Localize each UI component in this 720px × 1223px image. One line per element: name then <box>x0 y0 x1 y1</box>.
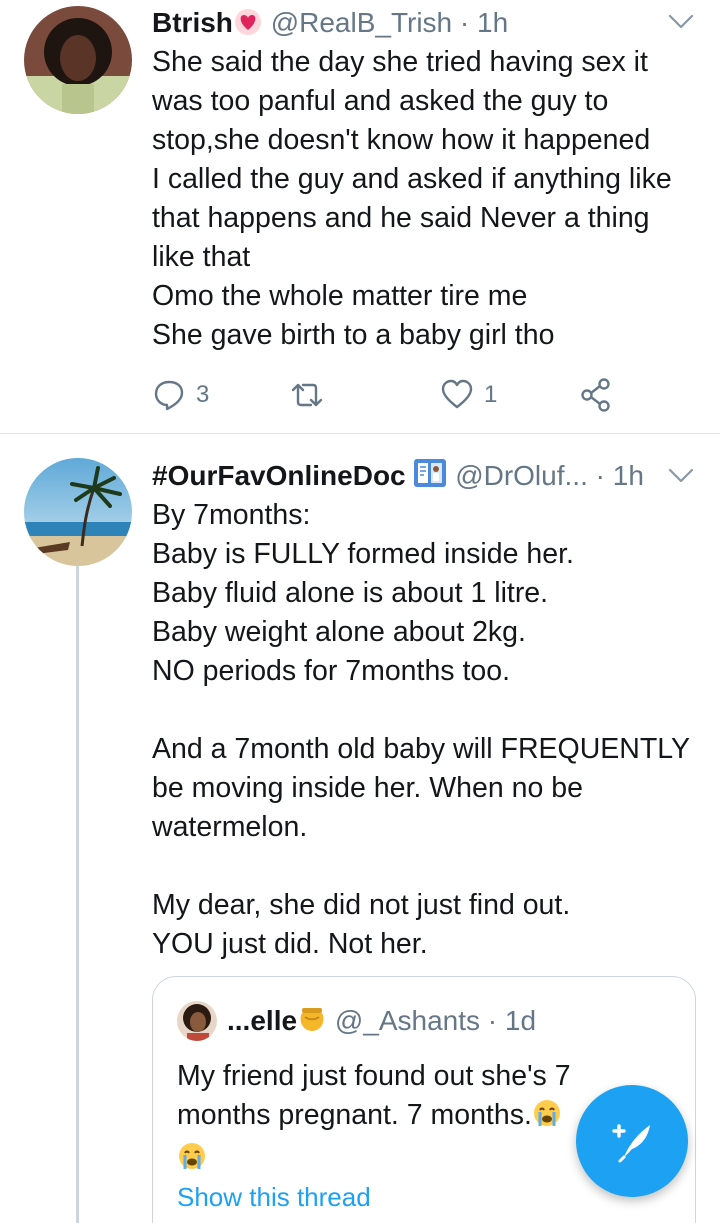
tweet-line: By 7months: <box>152 499 311 531</box>
avatar[interactable] <box>24 458 132 566</box>
chevron-down-icon[interactable] <box>668 466 694 486</box>
heart-emoji <box>233 7 263 47</box>
tweet-line: that happens and he said Never a thing <box>152 202 650 234</box>
crying-face-emoji <box>532 1098 562 1139</box>
tweet-text: She said the day she tried having sex it… <box>152 43 700 355</box>
tweet-header: #OurFavOnlineDoc @DrOluf... · 1h <box>152 456 700 496</box>
quoted-author-handle[interactable]: @_Ashants <box>335 1005 480 1036</box>
retweet-button[interactable] <box>287 375 337 415</box>
tweet-line: be moving inside her. When no be <box>152 772 583 804</box>
tweet-line: And a 7month old baby will FREQUENTLY <box>152 733 691 765</box>
reply-button[interactable]: 3 <box>152 375 209 415</box>
tweet-text: By 7months: Baby is FULLY formed inside … <box>152 496 700 964</box>
tweet-line: Baby fluid alone is about 1 litre. <box>152 577 549 609</box>
quoted-timestamp: 1d <box>504 1005 537 1036</box>
quoted-text: My friend just found out she's 7 months … <box>177 1057 571 1182</box>
tweet-line: Baby weight alone about 2kg. <box>152 616 526 648</box>
quoted-line: My friend just found out she's 7 <box>177 1060 571 1092</box>
like-button[interactable]: 1 <box>440 375 497 415</box>
show-thread-link[interactable]: Show this thread <box>177 1179 371 1215</box>
tweet-line <box>152 847 700 886</box>
share-button[interactable] <box>580 375 612 415</box>
tweet-line: She said the day she tried having sex it <box>152 46 648 78</box>
timestamp[interactable]: 1h <box>477 7 508 38</box>
thread-connector-line <box>76 566 79 1223</box>
author-name[interactable]: #OurFavOnlineDoc <box>152 460 406 491</box>
quoted-line: months pregnant. 7 months. <box>177 1096 571 1139</box>
compose-tweet-button[interactable] <box>576 1085 688 1197</box>
quoted-line-text: months pregnant. 7 months. <box>177 1099 532 1131</box>
tweet-line: She gave birth to a baby girl tho <box>152 319 555 351</box>
tweet-line: like that <box>152 241 251 273</box>
separator-dot: · <box>459 7 470 38</box>
quoted-author-name[interactable]: ...elle <box>227 1005 297 1036</box>
chevron-down-icon[interactable] <box>668 12 694 32</box>
crying-face-emoji <box>177 1141 207 1182</box>
compose-tweet-icon <box>606 1113 658 1170</box>
tweet-line: My dear, she did not just find out. <box>152 889 571 921</box>
quoted-avatar[interactable] <box>177 1001 217 1041</box>
retweet-icon <box>287 378 327 412</box>
timestamp[interactable]: 1h <box>613 460 644 491</box>
separator-dot: · <box>595 460 605 491</box>
tweet-line: I called the guy and asked if anything l… <box>152 163 672 195</box>
author-handle[interactable]: @RealB_Trish <box>271 7 452 38</box>
quoted-line <box>177 1139 571 1182</box>
like-count: 1 <box>484 381 498 408</box>
honey-pot-emoji <box>297 1004 327 1045</box>
reply-count: 3 <box>196 381 210 408</box>
author-handle[interactable]: @DrOluf... <box>455 460 588 491</box>
tweet-line: NO periods for 7months too. <box>152 655 511 687</box>
share-icon <box>580 378 612 412</box>
doctor-emoji <box>413 457 447 500</box>
tweet[interactable]: Btrish @RealB_Trish · 1h She said the da… <box>0 0 720 434</box>
tweet-line: watermelon. <box>152 811 308 843</box>
tweet-header: Btrish @RealB_Trish · 1h <box>152 3 700 43</box>
tweet-actions: 3 1 <box>152 375 622 415</box>
tweet-line: was too panful and asked the guy to <box>152 85 609 117</box>
tweet-line: Baby is FULLY formed inside her. <box>152 538 574 570</box>
tweet-line: YOU just did. Not her. <box>152 928 428 960</box>
heart-icon <box>440 378 474 412</box>
reply-icon <box>152 378 186 412</box>
quoted-header: ...elle @_Ashants · 1d <box>227 1001 536 1045</box>
avatar[interactable] <box>24 6 132 114</box>
separator-dot: · <box>487 1005 498 1036</box>
tweet-line: Omo the whole matter tire me <box>152 280 528 312</box>
tweet-line <box>152 691 700 730</box>
author-name[interactable]: Btrish <box>152 7 233 38</box>
tweet-line: stop,she doesn't know how it happened <box>152 124 651 156</box>
